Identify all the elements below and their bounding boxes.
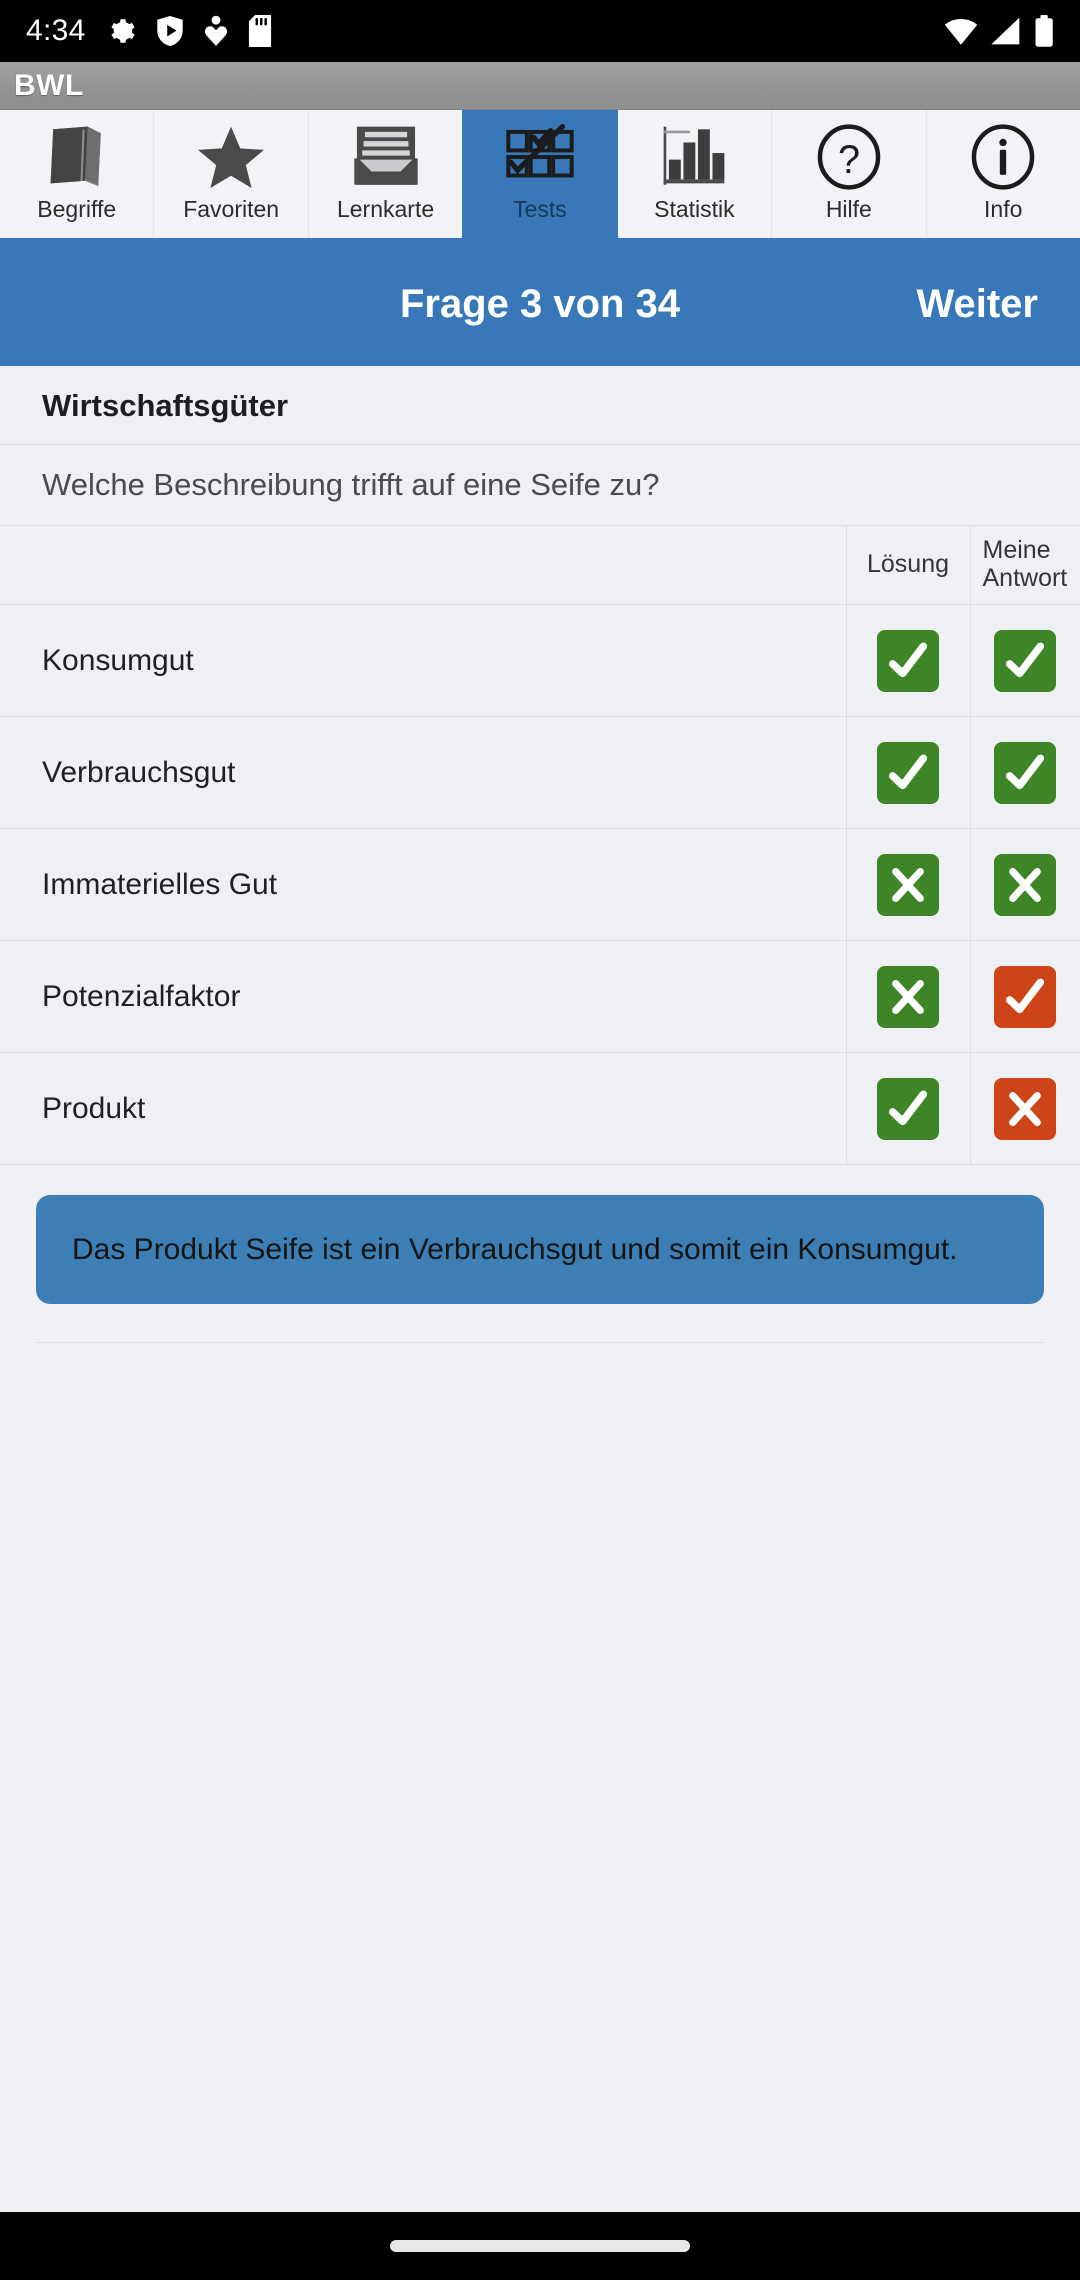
explanation-box: Das Produkt Seife ist ein Verbrauchsgut … (36, 1195, 1044, 1305)
status-bar-right (944, 15, 1054, 47)
tab-label-tests: Tests (513, 196, 567, 222)
solution-cell (845, 940, 970, 1053)
solution-check-icon (877, 629, 939, 692)
app-title-bar: BWL (0, 62, 1080, 110)
question-icon: ? (814, 124, 884, 190)
answer-label: Immaterielles Gut (0, 828, 846, 941)
content-area: Frage 3 von 34 Weiter Wirtschaftsgüter W… (0, 242, 1080, 2212)
table-row[interactable]: Produkt (0, 1052, 1080, 1165)
status-bar: 4:34 (0, 0, 1080, 62)
tab-label-hilfe: Hilfe (825, 196, 872, 222)
tab-statistik[interactable]: Statistik (616, 110, 772, 238)
system-nav-bar[interactable] (0, 2212, 1080, 2280)
table-row[interactable]: Verbrauchsgut (0, 716, 1080, 829)
star-icon (195, 124, 267, 190)
my-answer-cell[interactable] (969, 828, 1080, 941)
tab-lernkarte[interactable]: Lernkarte (307, 110, 463, 238)
empty-space (0, 1343, 1080, 2212)
answer-label: Potenzialfaktor (0, 940, 846, 1053)
tab-favoriten[interactable]: Favoriten (153, 110, 308, 238)
svg-text:?: ? (838, 138, 860, 182)
next-button[interactable]: Weiter (916, 282, 1038, 327)
tab-label-statistik: Statistik (654, 196, 735, 222)
location-heart-icon (204, 15, 228, 47)
my-answer-cell[interactable] (969, 716, 1080, 829)
tab-bar[interactable]: Begriffe Favoriten Lernkarte Tests Stati… (0, 110, 1080, 242)
phone-screen: 4:34 BWL Begriffe Favoriten Lernkarte Te… (0, 0, 1080, 2280)
card-box-icon (349, 124, 423, 190)
home-pill[interactable] (390, 2240, 690, 2252)
topic-label: Wirtschaftsgüter (42, 388, 289, 423)
book-icon (42, 124, 112, 190)
tab-info[interactable]: Info (925, 110, 1080, 238)
app-title: BWL (14, 68, 84, 102)
table-row[interactable]: Potenzialfaktor (0, 940, 1080, 1053)
header-my-answer: Meine Antwort (969, 526, 1080, 605)
tab-hilfe[interactable]: ? Hilfe (771, 110, 926, 238)
explanation-wrapper: Das Produkt Seife ist ein Verbrauchsgut … (0, 1165, 1080, 1344)
answers-header-row: Lösung Meine Antwort (0, 526, 1080, 605)
tab-label-favoriten: Favoriten (183, 196, 280, 222)
gear-icon (106, 16, 136, 46)
solution-cell (845, 604, 970, 717)
my-answer-cross-icon[interactable] (994, 853, 1057, 916)
signal-icon (990, 16, 1022, 46)
sd-card-icon (248, 15, 272, 47)
question-row: Welche Beschreibung trifft auf eine Seif… (0, 445, 1080, 526)
my-answer-check-icon[interactable] (994, 741, 1057, 804)
solution-cross-icon (877, 853, 939, 916)
solution-cell (845, 828, 970, 941)
solution-cross-icon (877, 965, 939, 1028)
table-row[interactable]: Konsumgut (0, 604, 1080, 717)
answers-table-head: Lösung Meine Antwort (0, 526, 1080, 605)
my-answer-check-icon[interactable] (994, 965, 1057, 1028)
tab-tests[interactable]: Tests (462, 110, 617, 238)
battery-icon (1034, 15, 1054, 47)
answer-label: Produkt (0, 1052, 846, 1165)
header-answer-label (0, 526, 846, 605)
solution-check-icon (877, 741, 939, 804)
answers-table-body: Konsumgut Verbrauchsgut Immaterielles Gut P… (0, 604, 1080, 1165)
header-solution: Lösung (845, 526, 970, 605)
tab-label-info: Info (984, 196, 1023, 222)
table-row[interactable]: Immaterielles Gut (0, 828, 1080, 941)
question-text: Welche Beschreibung trifft auf eine Seif… (42, 467, 660, 502)
my-answer-cell[interactable] (969, 940, 1080, 1053)
info-icon (968, 124, 1038, 190)
solution-cell (845, 716, 970, 829)
tab-begriffe[interactable]: Begriffe (0, 110, 154, 238)
topic-row: Wirtschaftsgüter (0, 366, 1080, 445)
solution-cell (845, 1052, 970, 1165)
play-shield-icon (156, 16, 184, 46)
status-bar-left: 4:34 (26, 14, 272, 48)
tab-label-lernkarte: Lernkarte (336, 196, 435, 222)
bar-chart-icon (658, 124, 730, 190)
wifi-icon (944, 16, 978, 46)
my-answer-check-icon[interactable] (994, 629, 1057, 692)
solution-check-icon (877, 1077, 939, 1140)
my-answer-cell[interactable] (969, 604, 1080, 717)
my-answer-cross-icon[interactable] (994, 1077, 1057, 1140)
answer-label: Konsumgut (0, 604, 846, 717)
my-answer-cell[interactable] (969, 1052, 1080, 1165)
question-header-bar: Frage 3 von 34 Weiter (0, 242, 1080, 366)
checkgrid-icon (503, 124, 577, 190)
status-clock: 4:34 (26, 14, 86, 47)
tab-label-begriffe: Begriffe (37, 196, 117, 222)
answer-label: Verbrauchsgut (0, 716, 846, 829)
answers-table: Lösung Meine Antwort Konsumgut Verbrauchs… (0, 526, 1080, 1165)
